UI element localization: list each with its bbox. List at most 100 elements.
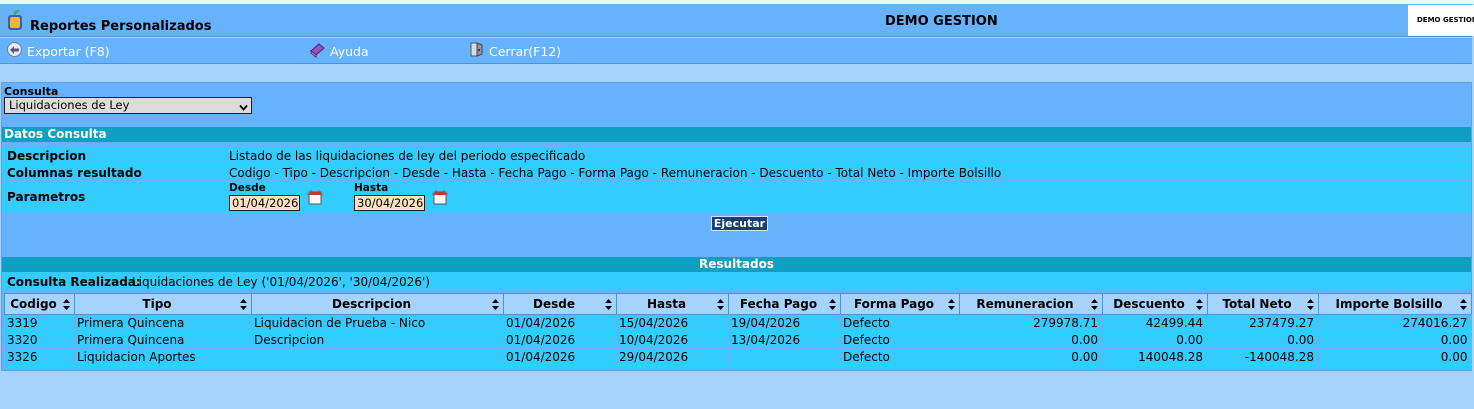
- column-header-label: Remuneracion: [976, 297, 1074, 311]
- consulta-select[interactable]: Liquidaciones de Ley: [4, 97, 252, 114]
- sort-arrows-icon[interactable]: [717, 299, 724, 310]
- columnas-label: Columnas resultado: [7, 166, 142, 180]
- table-cell: 0.00: [1102, 331, 1208, 349]
- desde-input[interactable]: 01/04/2026: [229, 195, 300, 211]
- consulta-selected-value: Liquidaciones de Ley: [9, 98, 130, 112]
- table-cell: 140048.28: [1102, 348, 1208, 366]
- column-header[interactable]: Descuento: [1102, 293, 1208, 315]
- chevron-down-icon: [239, 101, 248, 111]
- calendar-icon[interactable]: [431, 189, 449, 206]
- table-cell: [959, 365, 1103, 370]
- table-cell: 42499.44: [1102, 314, 1208, 332]
- descripcion-row: Descripcion Listado de las liquidaciones…: [2, 147, 1471, 164]
- table-cell: 01/04/2026: [503, 314, 617, 332]
- column-header[interactable]: Descripcion: [251, 293, 504, 315]
- company-logo: DEMO GESTION: [1408, 5, 1474, 36]
- export-button[interactable]: Exportar (F8): [6, 42, 110, 60]
- table-cell: 29/04/2026: [616, 348, 729, 366]
- column-header-label: Tipo: [142, 297, 172, 311]
- sort-arrows-icon[interactable]: [1460, 299, 1467, 310]
- close-label: Cerrar(F12): [489, 43, 562, 59]
- columnas-row: Columnas resultado Codigo - Tipo - Descr…: [2, 164, 1471, 181]
- table-cell: 3326: [4, 348, 75, 366]
- table-cell: Descripcion: [251, 331, 504, 349]
- column-header[interactable]: Total Neto: [1207, 293, 1319, 315]
- table-cell: [728, 348, 841, 366]
- hasta-label: Hasta: [354, 182, 389, 194]
- sort-arrows-icon[interactable]: [492, 299, 499, 310]
- table-cell: 3320: [4, 331, 75, 349]
- resultados-header: Resultados: [2, 257, 1471, 272]
- help-label: Ayuda: [330, 43, 369, 59]
- table-cell: Liquidacion de Prueba - Nico: [251, 314, 504, 332]
- column-header[interactable]: Codigo: [4, 293, 75, 315]
- desde-label: Desde: [229, 182, 266, 194]
- consulta-realizada-row: Consulta Realizada: Liquidaciones de Ley…: [2, 272, 1471, 291]
- table-cell: Defecto: [840, 348, 960, 366]
- app-title: Reportes Personalizados: [30, 19, 212, 34]
- table-cell: [251, 365, 504, 370]
- datos-consulta-section: Descripcion Listado de las liquidaciones…: [2, 143, 1471, 223]
- column-header-label: Desde: [533, 297, 575, 311]
- table-cell: 0.00: [1318, 331, 1472, 349]
- table-cell: 0.00: [1207, 331, 1319, 349]
- export-icon: [6, 41, 23, 61]
- column-header[interactable]: Forma Pago: [840, 293, 960, 315]
- column-header-label: Importe Bolsillo: [1335, 297, 1443, 311]
- close-icon: [468, 41, 485, 61]
- parametros-label: Parametros: [7, 190, 86, 204]
- table-header-row: Codigo Tipo Descripcion Desde Hasta Fecha Pag…: [4, 293, 1472, 315]
- column-header-label: Codigo: [10, 297, 57, 311]
- table-cell: 01/04/2026: [503, 348, 617, 366]
- column-header[interactable]: Remuneracion: [959, 293, 1103, 315]
- column-header-label: Descuento: [1113, 297, 1185, 311]
- column-header-label: Descripcion: [332, 297, 411, 311]
- column-header[interactable]: Tipo: [74, 293, 252, 315]
- table-cell: [251, 348, 504, 366]
- table-cell: 0.00: [1318, 348, 1472, 366]
- column-header-label: Forma Pago: [853, 297, 935, 311]
- column-header[interactable]: Fecha Pago: [728, 293, 841, 315]
- table-cell: 01/04/2026: [503, 331, 617, 349]
- descripcion-value: Listado de las liquidaciones de ley del …: [229, 149, 586, 163]
- sort-arrows-icon[interactable]: [948, 299, 955, 310]
- sort-arrows-icon[interactable]: [1307, 299, 1314, 310]
- table-cell: [616, 365, 729, 370]
- column-header-label: Fecha Pago: [739, 297, 818, 311]
- bottom-area: [0, 372, 1474, 409]
- column-header-label: Total Neto: [1222, 297, 1292, 311]
- sort-arrows-icon[interactable]: [829, 299, 836, 310]
- calendar-icon[interactable]: [306, 189, 324, 206]
- table-row[interactable]: 3320 Primera Quincena Descripcion 01/04/202…: [4, 331, 1472, 349]
- hasta-input[interactable]: 30/04/2026: [354, 195, 425, 211]
- columnas-value: Codigo - Tipo - Descripcion - Desde - Ha…: [229, 166, 1002, 180]
- table-row[interactable]: 3319 Primera Quincena Liquidacion de Prueb…: [4, 314, 1472, 332]
- table-cell: Liquidacion Aportes: [74, 348, 252, 366]
- column-header[interactable]: Importe Bolsillo: [1318, 293, 1472, 315]
- results-table: Codigo Tipo Descripcion Desde Hasta Fecha Pag…: [4, 293, 1472, 370]
- sort-arrows-icon[interactable]: [605, 299, 612, 310]
- table-cell: 279978.71: [959, 314, 1103, 332]
- sort-arrows-icon[interactable]: [1196, 299, 1203, 310]
- table-cell: 13/04/2026: [728, 331, 841, 349]
- sort-arrows-icon[interactable]: [1091, 299, 1098, 310]
- app-header: Reportes Personalizados DEMO GESTION DEM…: [0, 4, 1474, 37]
- export-label: Exportar (F8): [27, 43, 110, 59]
- table-cell: 237479.27: [1207, 314, 1319, 332]
- table-cell: [4, 365, 75, 370]
- help-button[interactable]: Ayuda: [309, 42, 369, 60]
- sort-arrows-icon[interactable]: [240, 299, 247, 310]
- table-row[interactable]: 3326 Liquidacion Aportes 01/04/2026 29/04/2…: [4, 348, 1472, 366]
- spacer-band: [0, 65, 1472, 82]
- table-cell: 15/04/2026: [616, 314, 729, 332]
- close-button[interactable]: Cerrar(F12): [468, 42, 561, 60]
- column-header[interactable]: Hasta: [616, 293, 729, 315]
- table-cell: [728, 365, 841, 370]
- column-header[interactable]: Desde: [503, 293, 617, 315]
- sort-arrows-icon[interactable]: [63, 299, 70, 310]
- help-book-icon: [309, 41, 326, 61]
- toolbar: Exportar (F8) Ayuda Cerrar(F12): [0, 38, 1472, 64]
- table-cell: Defecto: [840, 314, 960, 332]
- app-logo-icon: [6, 9, 26, 31]
- ejecutar-button[interactable]: Ejecutar: [711, 216, 768, 231]
